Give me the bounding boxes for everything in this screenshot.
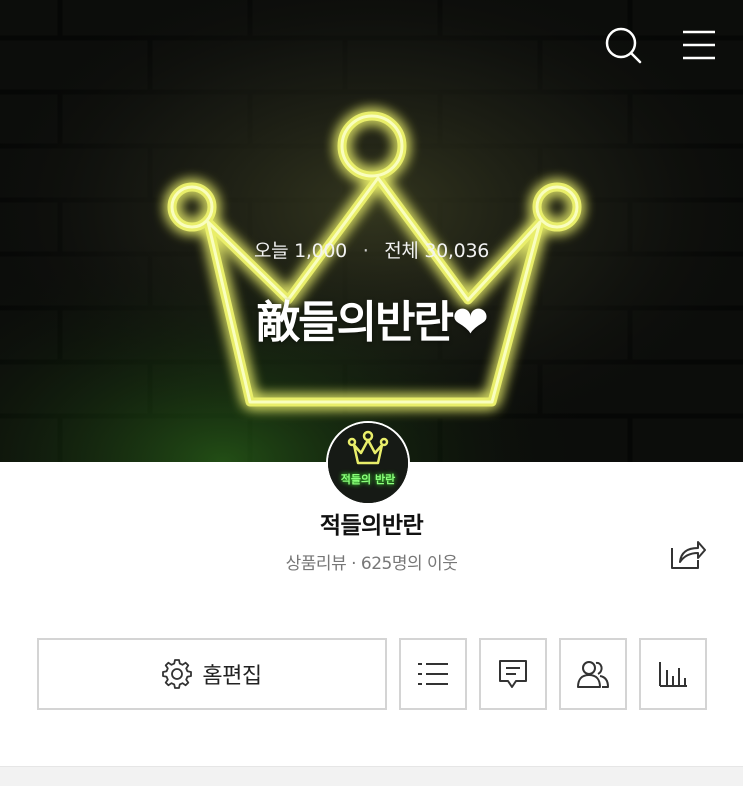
neighbors-icon [577, 661, 609, 688]
statistics-button[interactable] [639, 638, 707, 710]
avatar-label: 적들의 반란 [340, 473, 396, 486]
section-divider [0, 766, 743, 786]
menu-button[interactable] [676, 22, 722, 68]
search-icon [605, 27, 642, 64]
blog-subinfo: 상품리뷰 · 625명의 이웃 [285, 554, 458, 574]
hamburger-menu-icon [683, 30, 715, 60]
neighbors-button[interactable] [559, 638, 627, 710]
stats-icon [659, 662, 687, 687]
comment-icon [499, 660, 527, 688]
home-edit-label: 홈편집 [202, 664, 262, 689]
share-button[interactable] [664, 534, 710, 574]
search-button[interactable] [600, 22, 646, 68]
today-count: 1,000 [294, 240, 347, 262]
blog-cover: 오늘 1,000 · 전체 30,036 敵들의반란❤ [0, 0, 743, 462]
post-list-button[interactable] [399, 638, 467, 710]
visits-separator: · [362, 240, 369, 262]
share-icon [671, 541, 706, 569]
blog-nickname: 적들의반란 [319, 513, 424, 539]
neon-crown-cover-image [0, 0, 743, 462]
list-icon [418, 663, 448, 685]
home-edit-button[interactable]: 홈편집 [37, 638, 387, 710]
blog-action-bar: 홈편집 [0, 638, 743, 710]
total-count: 30,036 [424, 240, 490, 262]
total-label: 전체 [384, 240, 419, 262]
blog-title[interactable]: 敵들의반란❤ [0, 286, 743, 350]
visitor-count: 오늘 1,000 · 전체 30,036 [0, 236, 743, 263]
avatar[interactable]: 적들의 반란 [326, 421, 410, 505]
today-label: 오늘 [253, 240, 289, 262]
crown-avatar-image [328, 423, 408, 503]
gear-icon [162, 659, 193, 689]
comment-button[interactable] [479, 638, 547, 710]
